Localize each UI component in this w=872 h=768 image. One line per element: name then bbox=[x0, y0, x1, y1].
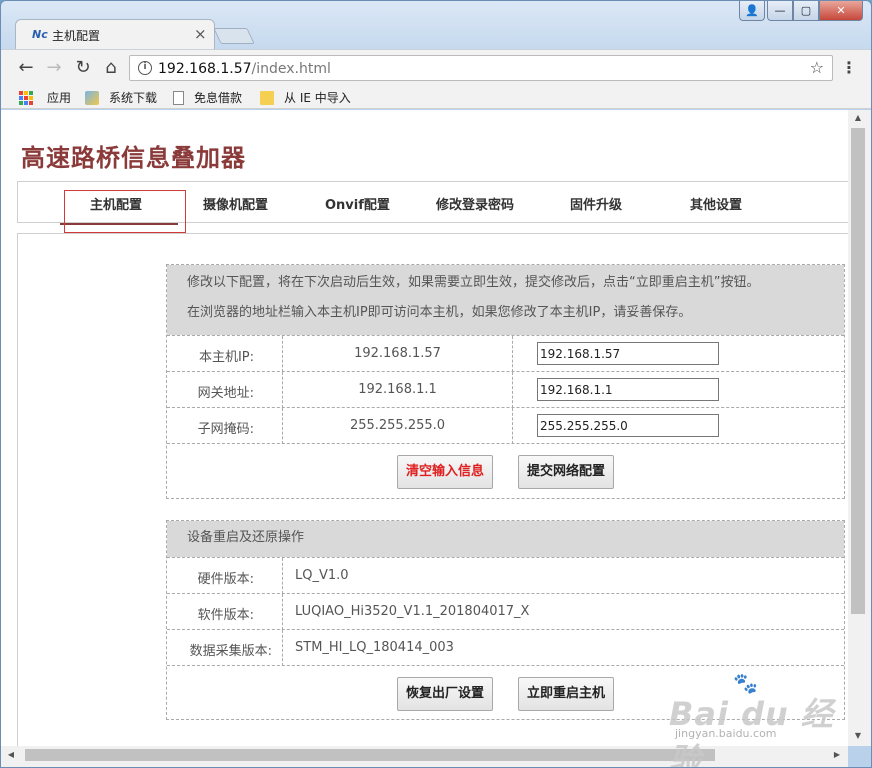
nav-camera-config[interactable]: 摄像机配置 bbox=[203, 194, 268, 213]
current-value: 192.168.1.1 bbox=[282, 372, 512, 408]
field-label: 软件版本: bbox=[197, 608, 254, 623]
nav-change-password[interactable]: 修改登录密码 bbox=[436, 194, 514, 213]
data-collection-version-value: STM_HI_LQ_180414_003 bbox=[282, 630, 842, 666]
input-cell bbox=[512, 336, 844, 372]
reboot-now-button[interactable]: 立即重启主机 bbox=[518, 677, 615, 711]
field-label: 网关地址: bbox=[197, 386, 254, 401]
forward-arrow-icon[interactable]: → bbox=[43, 57, 65, 79]
hardware-version-value: LQ_V1.0 bbox=[282, 558, 842, 594]
factory-reset-button[interactable]: 恢复出厂设置 bbox=[397, 677, 494, 711]
current-value: 192.168.1.57 bbox=[282, 336, 512, 372]
reload-icon[interactable]: ↻ bbox=[72, 57, 94, 79]
url-path: /index.html bbox=[251, 61, 331, 77]
clear-input-button[interactable]: 清空输入信息 bbox=[397, 455, 494, 489]
bookmark-apps[interactable]: 应用 bbox=[19, 89, 71, 106]
bookmark-label: 应用 bbox=[47, 91, 72, 105]
image-icon bbox=[85, 90, 99, 105]
submit-network-config-button[interactable]: 提交网络配置 bbox=[518, 455, 615, 489]
maximize-button[interactable]: ▢ bbox=[793, 1, 819, 21]
device-panel-header: 设备重启及还原操作 bbox=[167, 521, 844, 557]
baidu-watermark: 🐾 Bai du 经验 jingyan.baidu.com bbox=[669, 669, 839, 767]
bookmark-label: 系统下载 bbox=[109, 91, 158, 105]
document-icon bbox=[173, 90, 184, 105]
watermark-sub: jingyan.baidu.com bbox=[675, 727, 777, 740]
input-cell bbox=[512, 372, 844, 408]
notice-box: 修改以下配置，将在下次启动后生效，如果需要立即生效，提交修改后，点击“立即重启主… bbox=[167, 265, 844, 335]
back-arrow-icon[interactable]: ← bbox=[15, 57, 37, 79]
field-label: 硬件版本: bbox=[197, 572, 254, 587]
current-value: 255.255.255.0 bbox=[282, 408, 512, 444]
browser-toolbar: ← → ↻ ⌂ i 192.168.1.57/index.html ☆ ⋮ bbox=[1, 49, 871, 85]
bookmark-label: 从 IE 中导入 bbox=[284, 91, 351, 105]
browser-tab[interactable]: Nc 主机配置 × bbox=[15, 19, 215, 49]
tab-title: 主机配置 bbox=[52, 29, 101, 43]
host-ip-input[interactable] bbox=[537, 342, 719, 365]
nav-firmware-upgrade[interactable]: 固件升级 bbox=[570, 194, 622, 213]
network-config-panel: 修改以下配置，将在下次启动后生效，如果需要立即生效，提交修改后，点击“立即重启主… bbox=[166, 264, 845, 499]
page-viewport: 高速路桥信息叠加器 主机配置 摄像机配置 Onvif配置 修改登录密码 固件升级… bbox=[1, 110, 848, 746]
minimize-button[interactable]: — bbox=[767, 1, 793, 21]
url-host: 192.168.1.57 bbox=[158, 61, 252, 77]
field-label: 子网掩码: bbox=[197, 422, 254, 437]
scroll-down-icon[interactable]: ▼ bbox=[848, 728, 868, 744]
nav-onvif-config[interactable]: Onvif配置 bbox=[325, 194, 390, 213]
network-buttons: 清空输入信息 提交网络配置 bbox=[167, 443, 844, 499]
title-bar: Nc 主机配置 × 👤 — ▢ ✕ bbox=[1, 1, 871, 49]
notice-line: 在浏览器的地址栏输入本主机IP即可访问本主机，如果您修改了本主机IP，请妥善保存… bbox=[187, 305, 692, 320]
site-title: 高速路桥信息叠加器 bbox=[21, 144, 246, 172]
bookmark-star-icon[interactable]: ☆ bbox=[810, 58, 824, 77]
new-tab-button[interactable] bbox=[213, 28, 255, 44]
subnet-mask-input[interactable] bbox=[537, 414, 719, 437]
browser-window: Nc 主机配置 × 👤 — ▢ ✕ ← → ↻ ⌂ i 192.168.1.57… bbox=[0, 0, 872, 768]
apps-grid-icon bbox=[19, 90, 33, 105]
folder-icon bbox=[260, 90, 274, 105]
horizontal-scroll-thumb[interactable] bbox=[25, 749, 715, 761]
site-favicon-icon: Nc bbox=[32, 28, 48, 41]
data-collection-version-row: 数据采集版本: STM_HI_LQ_180414_003 bbox=[167, 629, 844, 666]
window-controls: 👤 — ▢ ✕ bbox=[739, 1, 863, 21]
site-info-icon[interactable]: i bbox=[138, 61, 152, 75]
bookmark-system-download[interactable]: 系统下载 bbox=[85, 89, 157, 106]
gateway-row: 网关地址: 192.168.1.1 bbox=[167, 371, 844, 408]
software-version-value: LUQIAO_Hi3520_V1.1_201804017_X bbox=[282, 594, 842, 630]
scroll-left-icon[interactable]: ◀ bbox=[3, 746, 19, 764]
subnet-row: 子网掩码: 255.255.255.0 bbox=[167, 407, 844, 444]
gateway-input[interactable] bbox=[537, 378, 719, 401]
vertical-scroll-thumb[interactable] bbox=[851, 128, 865, 614]
user-profile-icon[interactable]: 👤 bbox=[739, 1, 765, 21]
field-label: 本主机IP: bbox=[198, 350, 254, 365]
bookmark-label: 免息借款 bbox=[194, 91, 243, 105]
tab-close-icon[interactable]: × bbox=[194, 25, 207, 43]
highlight-box bbox=[64, 190, 186, 233]
home-icon[interactable]: ⌂ bbox=[100, 57, 122, 79]
browser-menu-icon[interactable]: ⋮ bbox=[841, 57, 857, 79]
address-bar[interactable]: i 192.168.1.57/index.html ☆ bbox=[129, 55, 833, 81]
vertical-scrollbar[interactable]: ▲ ▼ bbox=[848, 110, 871, 746]
bookmark-import-from-ie[interactable]: 从 IE 中导入 bbox=[260, 89, 351, 106]
bookmark-interest-free-loan[interactable]: 免息借款 bbox=[173, 89, 242, 106]
bookmarks-bar: 应用 系统下载 免息借款 从 IE 中导入 bbox=[1, 85, 871, 109]
notice-line: 修改以下配置，将在下次启动后生效，如果需要立即生效，提交修改后，点击“立即重启主… bbox=[187, 275, 760, 290]
nav-other-settings[interactable]: 其他设置 bbox=[690, 194, 742, 213]
url-text: 192.168.1.57/index.html bbox=[158, 61, 331, 77]
software-version-row: 软件版本: LUQIAO_Hi3520_V1.1_201804017_X bbox=[167, 593, 844, 630]
scroll-up-icon[interactable]: ▲ bbox=[848, 110, 868, 126]
field-label: 数据采集版本: bbox=[189, 644, 272, 659]
input-cell bbox=[512, 408, 844, 444]
hardware-version-row: 硬件版本: LQ_V1.0 bbox=[167, 557, 844, 594]
close-window-button[interactable]: ✕ bbox=[819, 1, 863, 21]
ip-row: 本主机IP: 192.168.1.57 bbox=[167, 335, 844, 372]
